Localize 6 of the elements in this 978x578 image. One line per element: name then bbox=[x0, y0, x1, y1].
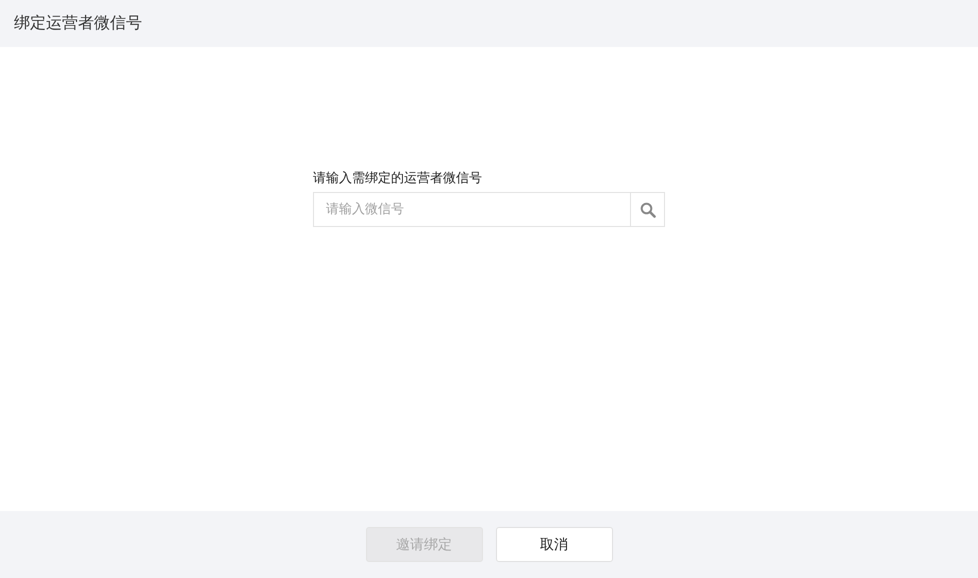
search-button[interactable] bbox=[630, 192, 665, 227]
dialog-title: 绑定运营者微信号 bbox=[14, 13, 142, 34]
field-label: 请输入需绑定的运营者微信号 bbox=[313, 170, 483, 187]
cancel-button[interactable]: 取消 bbox=[496, 527, 612, 562]
search-field[interactable]: 请输入微信号 bbox=[313, 192, 630, 227]
search-icon bbox=[640, 202, 656, 218]
